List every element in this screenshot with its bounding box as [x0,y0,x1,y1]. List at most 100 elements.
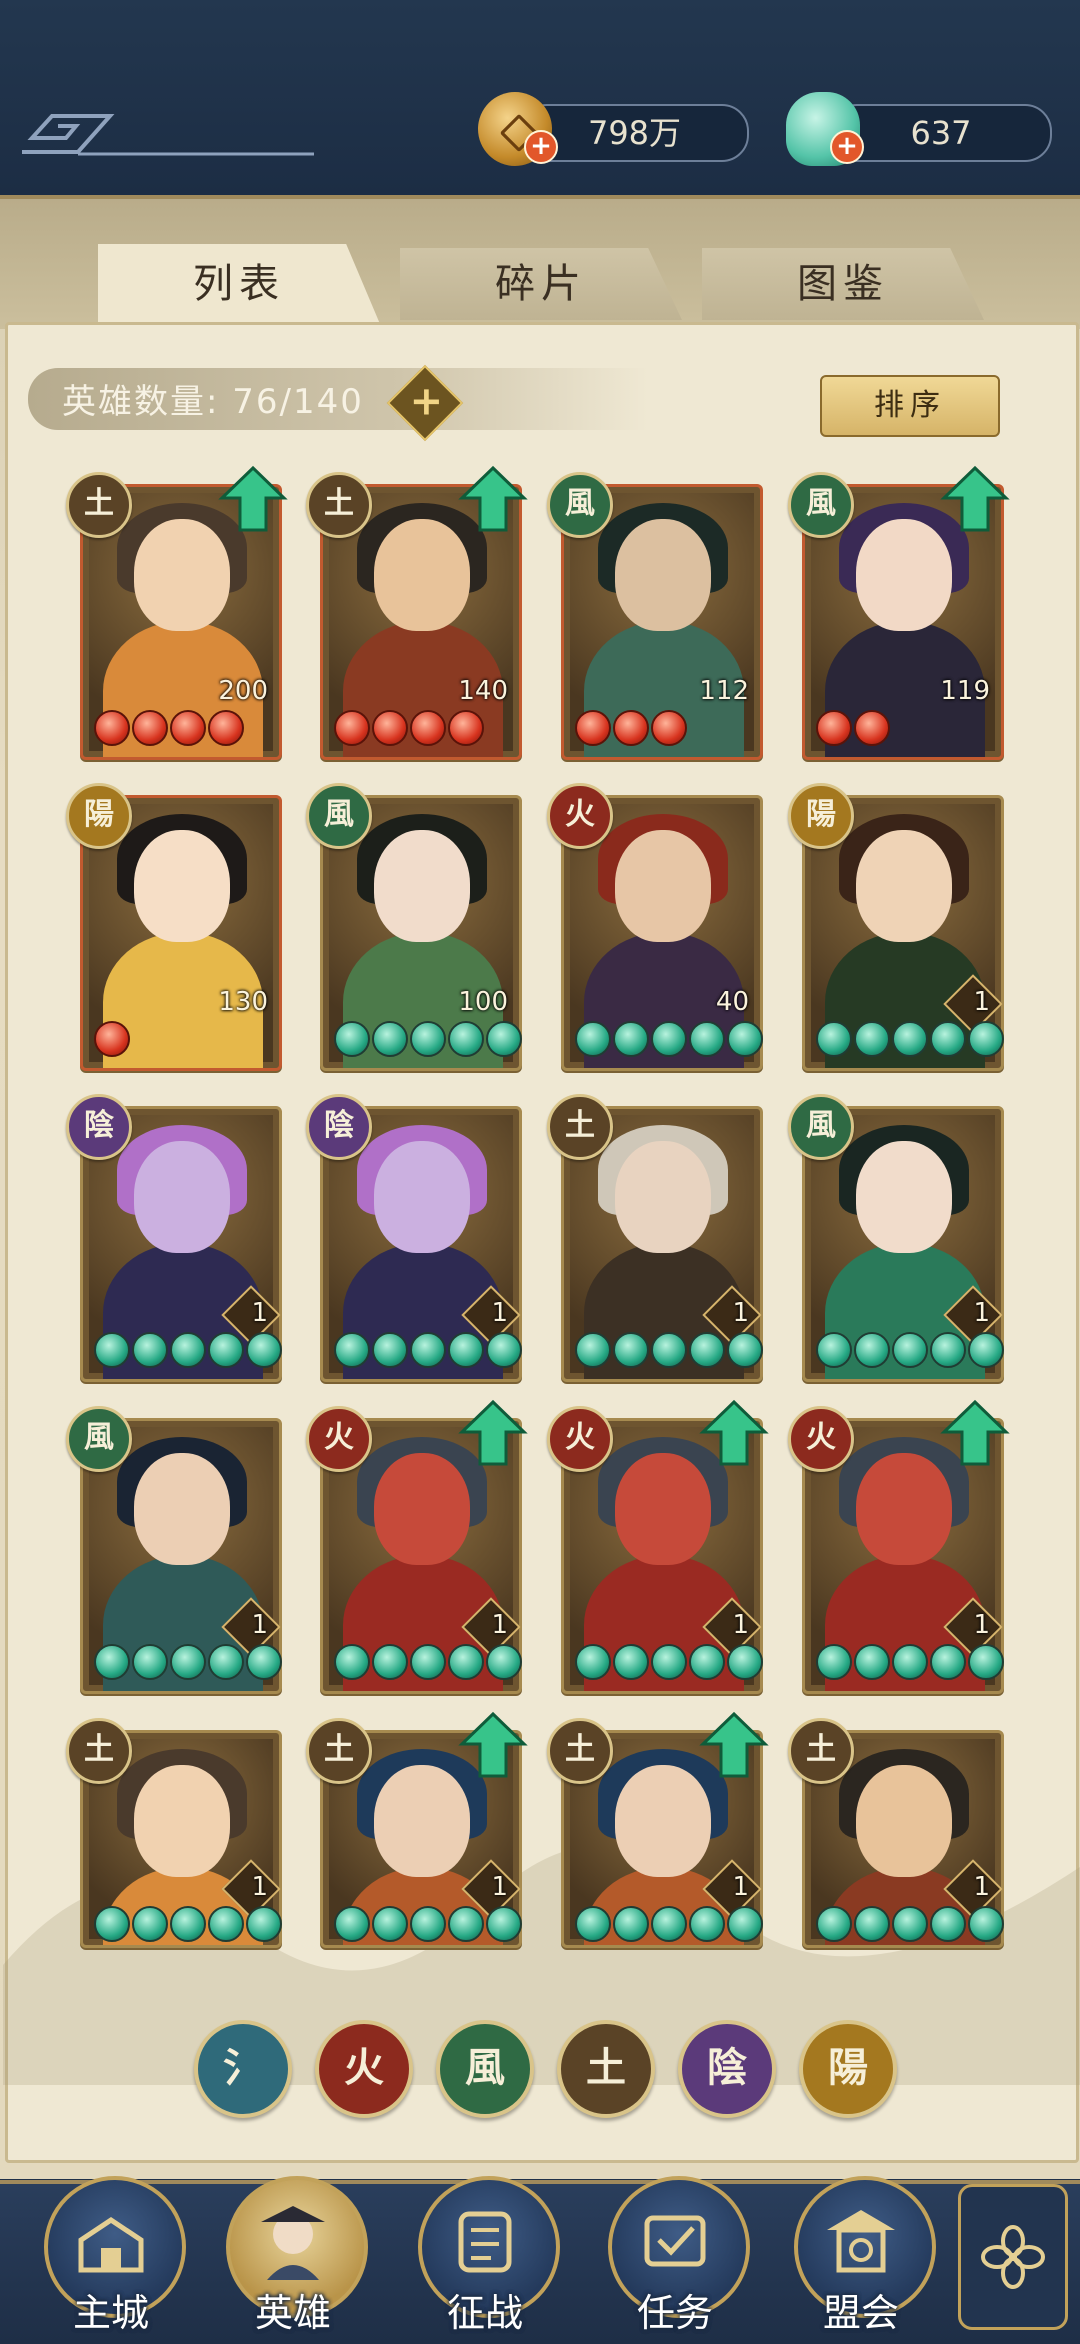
upgrade-arrow-icon [699,1711,769,1778]
nav-heroes-button[interactable]: 英雄 [218,2170,368,2340]
star-orb-icon [170,1332,206,1368]
star-orb-icon [930,1906,966,1942]
star-orb-icon [334,710,370,746]
element-fire-icon: 火 [547,783,613,849]
star-orb-icon [854,1906,890,1942]
nav-tasks-button[interactable]: 任务 [600,2170,750,2340]
nav-campaign-button[interactable]: 征战 [410,2170,560,2340]
hero-level: 140 [458,676,508,706]
hero-star-orbs [575,1906,763,1942]
tab-fragments[interactable]: 碎片 [400,248,682,320]
star-orb-icon [854,1332,890,1368]
star-orb-icon [930,1332,966,1368]
star-orb-icon [246,1332,282,1368]
hero-star-orbs [816,1644,1004,1680]
star-orb-icon [132,1644,168,1680]
hero-star-orbs [94,1332,282,1368]
hero-star-orbs [575,1021,763,1057]
upgrade-arrow-icon [458,1399,528,1466]
star-orb-icon [613,710,649,746]
star-orb-icon [448,710,484,746]
hero-count-value: 76/140 [232,382,364,422]
menu-button[interactable] [958,2184,1068,2330]
hero-level: 1 [491,1298,508,1328]
star-orb-icon [968,1021,1004,1057]
star-orb-icon [410,1021,446,1057]
four-petal-menu-icon [981,2225,1045,2289]
filter-fire-button[interactable]: 火 [315,2020,413,2118]
hero-level: 1 [732,1298,749,1328]
hero-face [374,1453,470,1565]
add-shell-button[interactable]: + [830,130,864,164]
element-wind-icon: 風 [66,1406,132,1472]
hero-star-orbs [334,1644,522,1680]
hero-level: 130 [218,987,268,1017]
upgrade-arrow-icon [218,465,288,532]
star-orb-icon [208,1906,244,1942]
element-earth-icon: 土 [66,1718,132,1784]
star-orb-icon [575,710,611,746]
star-orb-icon [689,1906,725,1942]
star-orb-icon [94,1021,130,1057]
filter-water-button[interactable]: 氵 [194,2020,292,2118]
filter-yang-button[interactable]: 陽 [799,2020,897,2118]
star-orb-icon [170,710,206,746]
hero-level: 100 [458,987,508,1017]
star-orb-icon [334,1906,370,1942]
star-orb-icon [968,1332,1004,1368]
nav-city-button[interactable]: 主城 [36,2170,186,2340]
filter-earth-button[interactable]: 土 [557,2020,655,2118]
star-orb-icon [208,710,244,746]
hero-face [374,830,470,942]
hero-level: 1 [973,1298,990,1328]
star-orb-icon [246,1906,282,1942]
star-orb-icon [170,1906,206,1942]
hero-face [134,1453,230,1565]
hero-star-orbs [334,1332,522,1368]
hero-face [374,1765,470,1877]
star-orb-icon [448,1021,484,1057]
star-orb-icon [132,1906,168,1942]
element-fire-icon: 火 [306,1406,372,1472]
shell-balance: 637 [830,104,1052,162]
element-earth-icon: 土 [66,472,132,538]
star-orb-icon [689,1021,725,1057]
hero-star-orbs [816,1021,1004,1057]
hero-count-label: 英雄数量: [62,382,220,422]
hero-level: 1 [973,1610,990,1640]
city-gate-icon [78,2216,144,2273]
filter-wind-button[interactable]: 風 [436,2020,534,2118]
star-orb-icon [575,1906,611,1942]
star-orb-icon [334,1021,370,1057]
star-orb-icon [334,1332,370,1368]
star-orb-icon [94,1644,130,1680]
star-orb-icon [410,1644,446,1680]
star-orb-icon [94,710,130,746]
nav-label: 征战 [446,2291,523,2335]
tab-codex[interactable]: 图鉴 [702,248,984,320]
hero-level: 1 [251,1298,268,1328]
star-orb-icon [486,1906,522,1942]
star-orb-icon [930,1021,966,1057]
star-orb-icon [651,1332,687,1368]
star-orb-icon [208,1332,244,1368]
upgrade-arrow-icon [699,1399,769,1466]
tab-list[interactable]: 列表 [98,244,380,324]
add-coin-button[interactable]: + [524,130,558,164]
star-orb-icon [448,1332,484,1368]
star-orb-icon [613,1906,649,1942]
hero-star-orbs [334,1021,522,1057]
star-orb-icon [246,1644,282,1680]
element-wind-icon: 風 [306,783,372,849]
upgrade-arrow-icon [458,1711,528,1778]
nav-alliance-button[interactable]: 盟会 [786,2170,936,2340]
star-orb-icon [816,1021,852,1057]
star-orb-icon [575,1332,611,1368]
cloud-swirl-decoration-icon [22,114,314,156]
hero-face [615,519,711,631]
hero-portrait-icon [261,2206,325,2280]
filter-yin-button[interactable]: 陰 [678,2020,776,2118]
hero-face [856,1765,952,1877]
star-orb-icon [854,1644,890,1680]
sort-button[interactable]: 排序 [820,375,1000,437]
